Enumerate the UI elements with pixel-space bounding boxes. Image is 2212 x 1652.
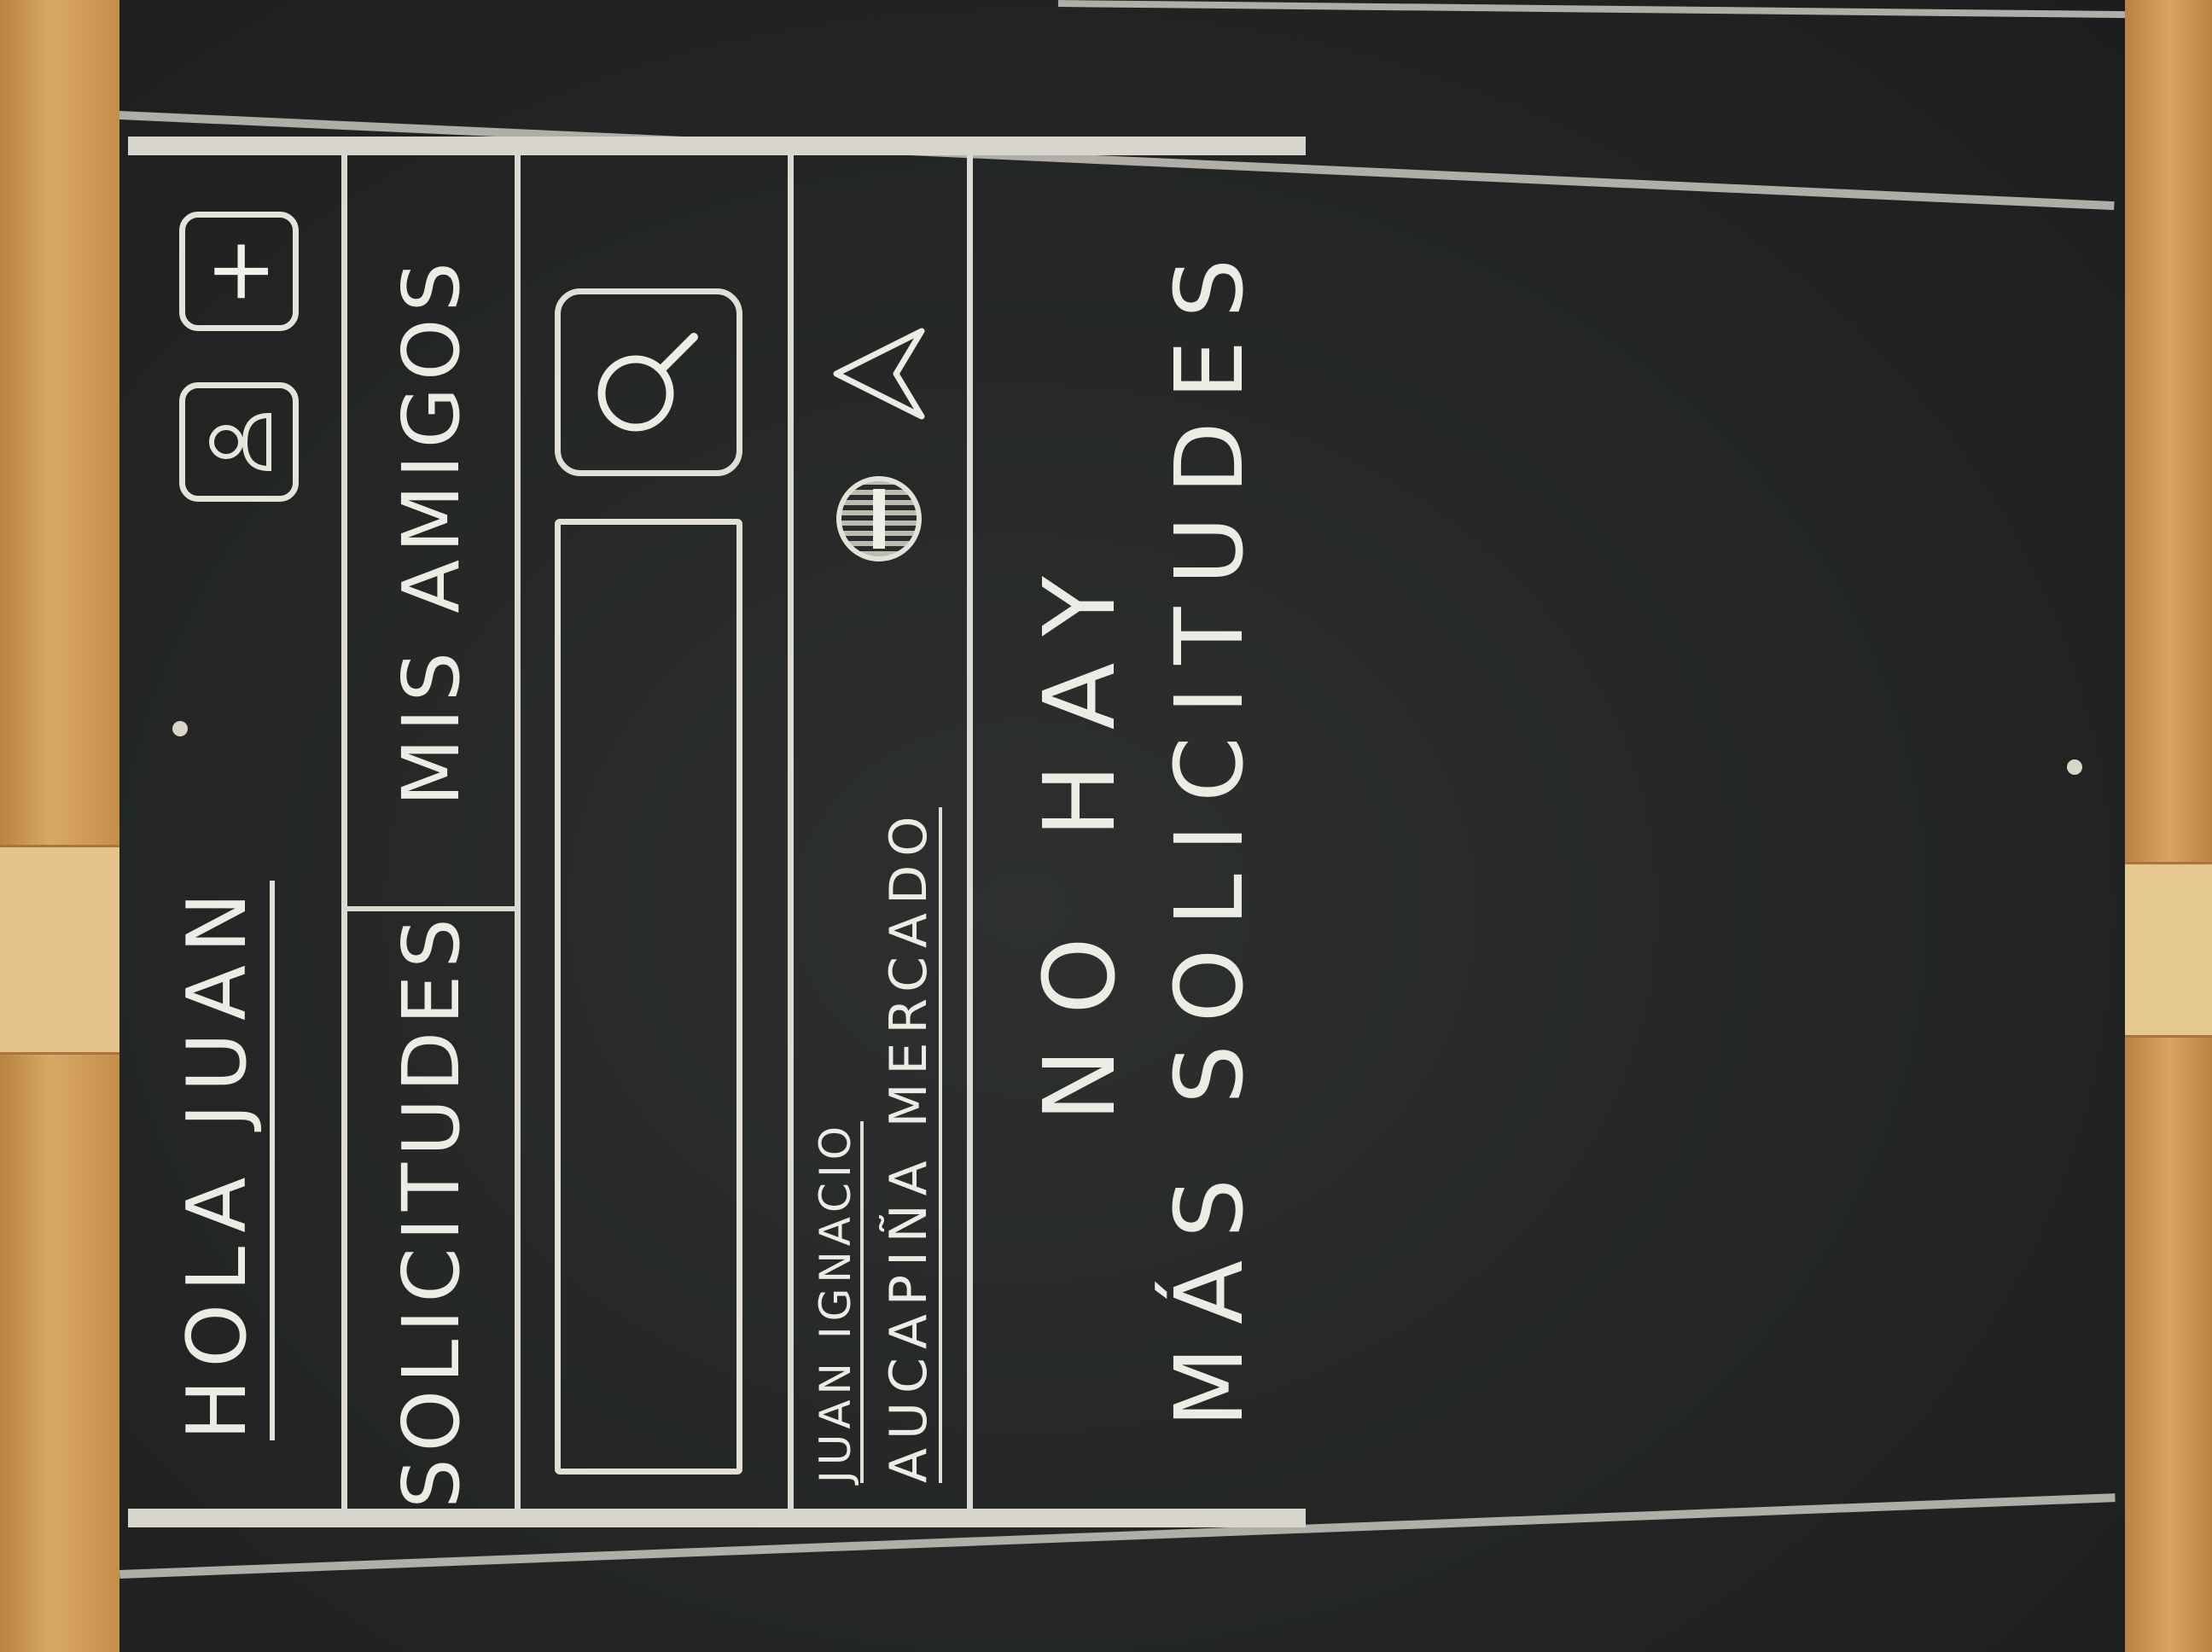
greeting-title: HOLA JUAN bbox=[171, 880, 275, 1440]
person-icon bbox=[209, 412, 271, 472]
wood-frame-right bbox=[2118, 0, 2212, 1652]
app-screen: HOLA JUAN + SOLICITUDES MIS AMIGOS JUAN … bbox=[128, 137, 1306, 1527]
friend-request-row: JUAN IGNACIO AUCAPIÑA MERCADO bbox=[794, 155, 973, 1509]
wood-cleat-right bbox=[2118, 862, 2212, 1038]
tab-bar: SOLICITUDES MIS AMIGOS bbox=[341, 155, 521, 1509]
phone-edge-line bbox=[1057, 0, 2125, 19]
tab-label: SOLICITUDES bbox=[385, 911, 477, 1509]
plus-icon: + bbox=[189, 236, 288, 307]
tab-solicitudes[interactable]: SOLICITUDES bbox=[347, 906, 515, 1509]
accept-icon bbox=[833, 328, 925, 420]
screw bbox=[2067, 759, 2082, 775]
wood-cleat-left bbox=[0, 845, 119, 1055]
add-friend-button[interactable]: + bbox=[179, 212, 299, 331]
tab-mis-amigos[interactable]: MIS AMIGOS bbox=[347, 155, 515, 906]
phone-sketch: HOLA JUAN + SOLICITUDES MIS AMIGOS JUAN … bbox=[128, 137, 1306, 1527]
reject-request-button[interactable] bbox=[836, 476, 922, 561]
empty-state: NO HAY MÁS SOLICITUDES bbox=[981, 155, 1306, 1509]
search-button[interactable] bbox=[555, 288, 742, 476]
requester-first-name: JUAN IGNACIO bbox=[811, 1120, 864, 1483]
search-icon bbox=[597, 333, 698, 432]
wood-frame-left bbox=[0, 0, 128, 1652]
app-header: HOLA JUAN + bbox=[128, 155, 341, 1509]
search-input[interactable] bbox=[555, 519, 742, 1475]
accept-request-button[interactable] bbox=[811, 305, 947, 442]
empty-state-line-1: NO HAY bbox=[1023, 542, 1138, 1122]
search-bar bbox=[521, 155, 794, 1509]
requester-last-name: AUCAPIÑA MERCADO bbox=[879, 807, 942, 1483]
tab-label: MIS AMIGOS bbox=[385, 255, 477, 806]
empty-state-line-2: MÁS SOLICITUDES bbox=[1155, 236, 1264, 1428]
profile-button[interactable] bbox=[179, 382, 299, 502]
reject-icon bbox=[873, 489, 885, 549]
